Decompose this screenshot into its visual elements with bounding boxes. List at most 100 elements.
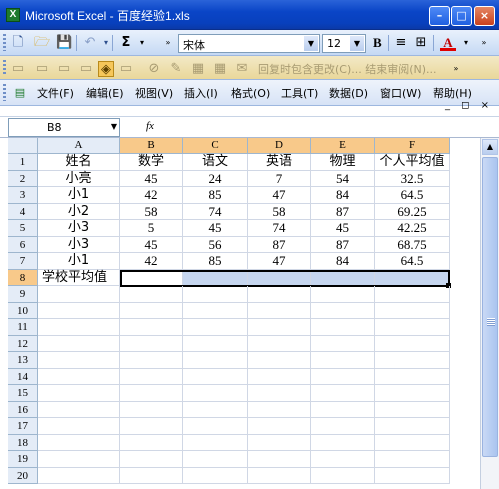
row-header-4[interactable]: 4 xyxy=(8,203,38,220)
cell-d12[interactable] xyxy=(248,335,311,352)
select-all-corner[interactable] xyxy=(8,138,38,154)
chevron-down-icon[interactable]: ▼ xyxy=(350,36,364,51)
row-header-2[interactable]: 2 xyxy=(8,170,38,187)
cell-d9[interactable] xyxy=(248,286,311,303)
cell-a14[interactable] xyxy=(38,368,120,385)
cell-e1[interactable]: 物理 xyxy=(311,154,375,171)
toolbar-overflow-icon[interactable]: » xyxy=(476,35,492,51)
cell-f5[interactable]: 42.25 xyxy=(375,220,450,237)
close-button[interactable]: × xyxy=(474,6,495,26)
cell-c5[interactable]: 45 xyxy=(183,220,248,237)
cell-e20[interactable] xyxy=(311,467,375,484)
cell-d20[interactable] xyxy=(248,467,311,484)
cell-f4[interactable]: 69.25 xyxy=(375,203,450,220)
scroll-thumb[interactable] xyxy=(482,157,498,457)
cell-e10[interactable] xyxy=(311,302,375,319)
cell-b3[interactable]: 42 xyxy=(120,187,183,204)
cell-b12[interactable] xyxy=(120,335,183,352)
cell-a20[interactable] xyxy=(38,467,120,484)
menu-edit[interactable]: 编辑(E) xyxy=(86,85,124,101)
menu-format[interactable]: 格式(O) xyxy=(231,85,270,101)
cell-a16[interactable] xyxy=(38,401,120,418)
cell-c4[interactable]: 74 xyxy=(183,203,248,220)
toolbar-grip[interactable] xyxy=(3,34,6,51)
scroll-up-icon[interactable]: ▲ xyxy=(482,139,498,155)
cell-f18[interactable] xyxy=(375,434,450,451)
cell-d3[interactable]: 47 xyxy=(248,187,311,204)
cell-c16[interactable] xyxy=(183,401,248,418)
menu-insert[interactable]: 插入(I) xyxy=(184,85,218,101)
cell-a7[interactable]: 小1 xyxy=(38,253,120,270)
cell-a9[interactable] xyxy=(38,286,120,303)
menu-data[interactable]: 数据(D) xyxy=(329,85,368,101)
worksheet-grid[interactable]: A B C D E F 1 姓名 数学 语文 英语 物理 个人平均值 2 小亮 45 24 7 54 32.5 3 小1 4… xyxy=(0,138,480,489)
cell-b15[interactable] xyxy=(120,385,183,402)
row-header-1[interactable]: 1 xyxy=(8,154,38,171)
row-header-10[interactable]: 10 xyxy=(8,302,38,319)
row-header-14[interactable]: 14 xyxy=(8,368,38,385)
row-header-12[interactable]: 12 xyxy=(8,335,38,352)
row-header-8[interactable]: 8 xyxy=(8,269,38,286)
cell-d16[interactable] xyxy=(248,401,311,418)
next-comment-icon[interactable]: ▭ xyxy=(78,61,94,77)
cell-f13[interactable] xyxy=(375,352,450,369)
cell-a6[interactable]: 小3 xyxy=(38,236,120,253)
cell-a2[interactable]: 小亮 xyxy=(38,170,120,187)
cell-f2[interactable]: 32.5 xyxy=(375,170,450,187)
row-header-18[interactable]: 18 xyxy=(8,434,38,451)
cell-e9[interactable] xyxy=(311,286,375,303)
row-header-3[interactable]: 3 xyxy=(8,187,38,204)
cell-b11[interactable] xyxy=(120,319,183,336)
chevron-down-icon[interactable]: ▼ xyxy=(111,122,117,131)
cell-e6[interactable]: 87 xyxy=(311,236,375,253)
cell-e16[interactable] xyxy=(311,401,375,418)
toolbar-grip[interactable] xyxy=(3,60,6,75)
cell-c20[interactable] xyxy=(183,467,248,484)
undo-icon[interactable]: ↶ xyxy=(82,35,98,51)
menu-help[interactable]: 帮助(H) xyxy=(433,85,472,101)
cell-c3[interactable]: 85 xyxy=(183,187,248,204)
cell-c9[interactable] xyxy=(183,286,248,303)
column-header-a[interactable]: A xyxy=(38,138,120,154)
cell-c19[interactable] xyxy=(183,451,248,468)
maximize-button[interactable]: □ xyxy=(451,6,472,26)
cell-d2[interactable]: 7 xyxy=(248,170,311,187)
cell-c1[interactable]: 语文 xyxy=(183,154,248,171)
align-left-icon[interactable]: ≡ xyxy=(393,35,409,51)
cell-c7[interactable]: 85 xyxy=(183,253,248,270)
toolbar-overflow-icon[interactable]: » xyxy=(160,35,176,51)
cell-b2[interactable]: 45 xyxy=(120,170,183,187)
cell-e17[interactable] xyxy=(311,418,375,435)
cell-d18[interactable] xyxy=(248,434,311,451)
cell-e7[interactable]: 84 xyxy=(311,253,375,270)
cell-f11[interactable] xyxy=(375,319,450,336)
cell-e12[interactable] xyxy=(311,335,375,352)
cell-e18[interactable] xyxy=(311,434,375,451)
cell-e19[interactable] xyxy=(311,451,375,468)
row-header-19[interactable]: 19 xyxy=(8,451,38,468)
reviewing-pane-icon[interactable]: ▦ xyxy=(190,61,206,77)
workbook-window-controls[interactable]: _ ◻ × xyxy=(445,100,493,111)
autosum-dropdown-icon[interactable]: ▾ xyxy=(134,35,150,51)
cell-d14[interactable] xyxy=(248,368,311,385)
menu-file[interactable]: 文件(F) xyxy=(37,85,74,101)
column-header-e[interactable]: E xyxy=(311,138,375,154)
ink-annotations-icon[interactable]: ▦ xyxy=(212,61,228,77)
cell-d13[interactable] xyxy=(248,352,311,369)
cell-a18[interactable] xyxy=(38,434,120,451)
column-header-b[interactable]: B xyxy=(120,138,183,154)
menu-view[interactable]: 视图(V) xyxy=(135,85,173,101)
cell-d11[interactable] xyxy=(248,319,311,336)
cell-e14[interactable] xyxy=(311,368,375,385)
excel-app-icon[interactable]: X xyxy=(6,8,20,22)
menu-window[interactable]: 窗口(W) xyxy=(380,85,421,101)
font-color-icon[interactable]: A xyxy=(440,35,456,51)
cell-f9[interactable] xyxy=(375,286,450,303)
new-comment-icon[interactable]: ▭ xyxy=(10,61,26,77)
name-box[interactable]: B8 ▼ xyxy=(8,118,120,137)
row-header-7[interactable]: 7 xyxy=(8,253,38,270)
cell-c10[interactable] xyxy=(183,302,248,319)
cell-e5[interactable]: 45 xyxy=(311,220,375,237)
cell-c14[interactable] xyxy=(183,368,248,385)
row-header-16[interactable]: 16 xyxy=(8,401,38,418)
